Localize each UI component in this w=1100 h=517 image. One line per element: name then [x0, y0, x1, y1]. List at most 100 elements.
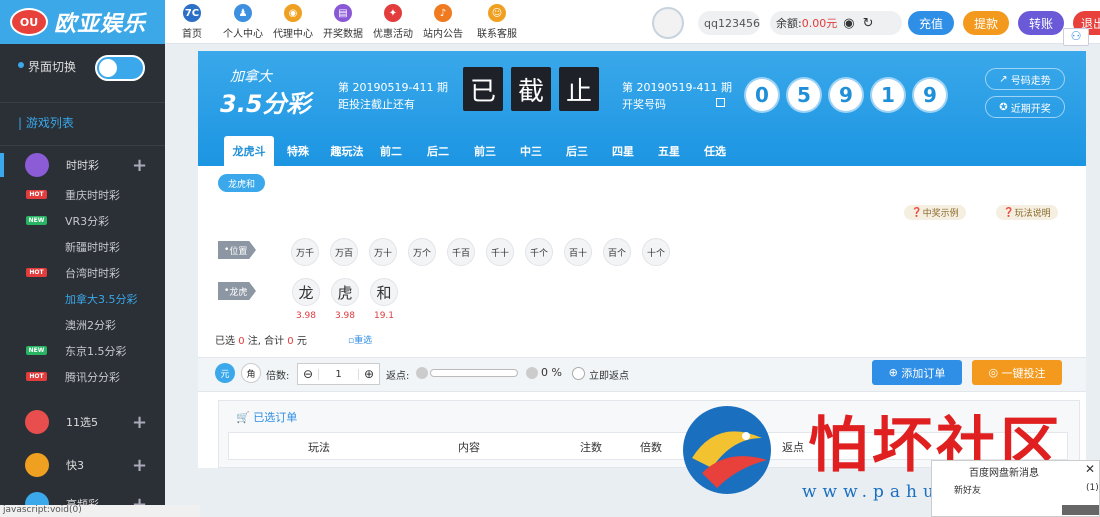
unit-yuan[interactable]: 元	[215, 363, 235, 383]
draw-label: 开奖号码	[622, 98, 666, 111]
mode-toggle[interactable]	[95, 55, 145, 81]
closed-char: 已	[463, 67, 503, 111]
plus-icon[interactable]: +	[132, 455, 147, 476]
sidebar: 界面切换 | 游戏列表 时时彩+11选5+快3+高频彩+ HOT重庆时时彩NEW…	[0, 44, 165, 517]
position-option[interactable]: 千个	[525, 238, 553, 266]
plus-icon[interactable]: ⊕	[359, 367, 379, 381]
win-example-link[interactable]: ❓ 中奖示例	[904, 205, 966, 220]
subtab-longhuhe[interactable]: 龙虎和	[218, 174, 265, 192]
longhu-option[interactable]: 虎	[331, 278, 359, 306]
reset-link[interactable]: ▫重选	[348, 333, 372, 346]
sidebar-item[interactable]: 澳洲2分彩	[0, 312, 165, 338]
gift-icon: ✦	[384, 4, 402, 22]
longhu-option[interactable]: 龙	[292, 278, 320, 306]
eye-icon[interactable]: ◉	[843, 16, 854, 31]
one-click-bet-button[interactable]: ◎ 一键投注	[972, 360, 1062, 385]
sidebar-item-label: 腾讯分分彩	[65, 371, 120, 384]
nav-home[interactable]: 7C 首页	[167, 4, 217, 42]
tab-5[interactable]: 前三	[465, 136, 505, 166]
sidebar-item[interactable]: 新疆时时彩	[0, 234, 165, 260]
nav-label: 优惠活动	[373, 29, 413, 40]
sidebar-item[interactable]: HOT 台湾时时彩	[0, 260, 165, 286]
nav-gift[interactable]: ✦ 优惠活动	[368, 4, 418, 42]
popup-title: 百度网盘新消息	[969, 468, 1039, 479]
sidebar-group[interactable]: 11选5 +	[0, 409, 165, 435]
odds-value: 3.98	[334, 311, 356, 321]
nav-service[interactable]: ☺ 联系客服	[472, 4, 522, 42]
nav-notice[interactable]: ♪ 站内公告	[418, 4, 468, 42]
share-icon[interactable]: ⚇	[1063, 28, 1089, 46]
transfer-button[interactable]: 转账	[1018, 11, 1064, 35]
recent-draws-button[interactable]: ✪ 近期开奖	[985, 96, 1065, 118]
tab-1[interactable]: 特殊	[278, 136, 318, 166]
tab-6[interactable]: 中三	[511, 136, 551, 166]
recharge-button[interactable]: 充值	[908, 11, 954, 35]
game-group-icon	[25, 453, 49, 477]
sidebar-item-label: 东京1.5分彩	[65, 345, 127, 358]
position-option[interactable]: 万百	[330, 238, 358, 266]
position-option[interactable]: 万千	[291, 238, 319, 266]
tab-0[interactable]: 龙虎斗	[224, 136, 274, 166]
agent-icon: ◉	[284, 4, 302, 22]
plus-icon[interactable]: +	[132, 412, 147, 433]
tab-9[interactable]: 五星	[649, 136, 689, 166]
nav-user[interactable]: ♟ 个人中心	[218, 4, 268, 42]
rules-link[interactable]: ❓ 玩法说明	[996, 205, 1058, 220]
order-col-header: 注数	[580, 441, 602, 454]
refresh-icon[interactable]: ↻	[863, 16, 874, 31]
sidebar-item[interactable]: HOT 腾讯分分彩	[0, 364, 165, 390]
position-option[interactable]: 万个	[408, 238, 436, 266]
sidebar-group[interactable]: 时时彩 +	[0, 152, 165, 178]
nav-data[interactable]: ▤ 开奖数据	[318, 4, 368, 42]
rebate-slider[interactable]	[430, 369, 518, 377]
sidebar-group[interactable]: 快3 +	[0, 452, 165, 478]
position-option[interactable]: 百个	[603, 238, 631, 266]
popup-count: (1)	[1086, 483, 1099, 493]
countdown-label: 距投注截止还有	[338, 98, 415, 111]
sidebar-item[interactable]: HOT 重庆时时彩	[0, 182, 165, 208]
minus-icon[interactable]: ⊖	[298, 367, 318, 381]
sidebar-item[interactable]: 加拿大3.5分彩	[0, 286, 165, 312]
sidebar-item-label: 加拿大3.5分彩	[65, 293, 138, 306]
position-option[interactable]: 千十	[486, 238, 514, 266]
trend-button[interactable]: ↗ 号码走势	[985, 68, 1065, 90]
multiple-value[interactable]: 1	[318, 368, 359, 380]
add-order-button[interactable]: ⊕ 添加订单	[872, 360, 962, 385]
tab-7[interactable]: 后三	[557, 136, 597, 166]
rebate-plus-icon[interactable]	[526, 367, 538, 379]
unit-jiao[interactable]: 角	[241, 363, 261, 383]
question-icon: ❓	[911, 207, 923, 218]
avatar[interactable]	[652, 7, 684, 39]
sidebar-group-label: 快3	[66, 459, 84, 472]
sidebar-item[interactable]: NEW 东京1.5分彩	[0, 338, 165, 364]
site-logo[interactable]: OU 欧亚娱乐	[0, 0, 165, 44]
sidebar-item-label: VR3分彩	[65, 215, 110, 228]
coin-icon: ◎	[988, 366, 1002, 379]
nav-label: 开奖数据	[323, 29, 363, 40]
position-option[interactable]: 千百	[447, 238, 475, 266]
nav-agent[interactable]: ◉ 代理中心	[268, 4, 318, 42]
close-icon[interactable]: ✕	[1085, 462, 1095, 476]
position-option[interactable]: 百十	[564, 238, 592, 266]
balance-label: 余额:	[776, 17, 802, 30]
rebate-minus-icon[interactable]	[416, 367, 428, 379]
plus-circle-icon: ⊕	[888, 366, 902, 379]
tab-2[interactable]: 趣玩法	[325, 136, 369, 166]
withdraw-button[interactable]: 提款	[963, 11, 1009, 35]
plus-icon[interactable]: +	[132, 155, 147, 176]
order-col-header: 玩法	[308, 441, 330, 454]
tab-10[interactable]: 任选	[695, 136, 735, 166]
tab-3[interactable]: 前二	[371, 136, 411, 166]
instant-rebate-radio[interactable]	[572, 367, 585, 380]
multiple-stepper[interactable]: ⊖ 1 ⊕	[297, 363, 380, 385]
sidebar-item[interactable]: NEW VR3分彩	[0, 208, 165, 234]
position-option[interactable]: 万十	[369, 238, 397, 266]
position-option[interactable]: 十个	[642, 238, 670, 266]
notification-popup[interactable]: 百度网盘新消息 新好友 (1) ✕	[931, 460, 1100, 517]
longhu-label: • 龙虎	[218, 282, 256, 300]
longhu-option[interactable]: 和	[370, 278, 398, 306]
tab-8[interactable]: 四星	[603, 136, 643, 166]
checkbox-icon[interactable]	[716, 98, 725, 107]
tab-4[interactable]: 后二	[418, 136, 458, 166]
badge-new: NEW	[26, 346, 47, 355]
